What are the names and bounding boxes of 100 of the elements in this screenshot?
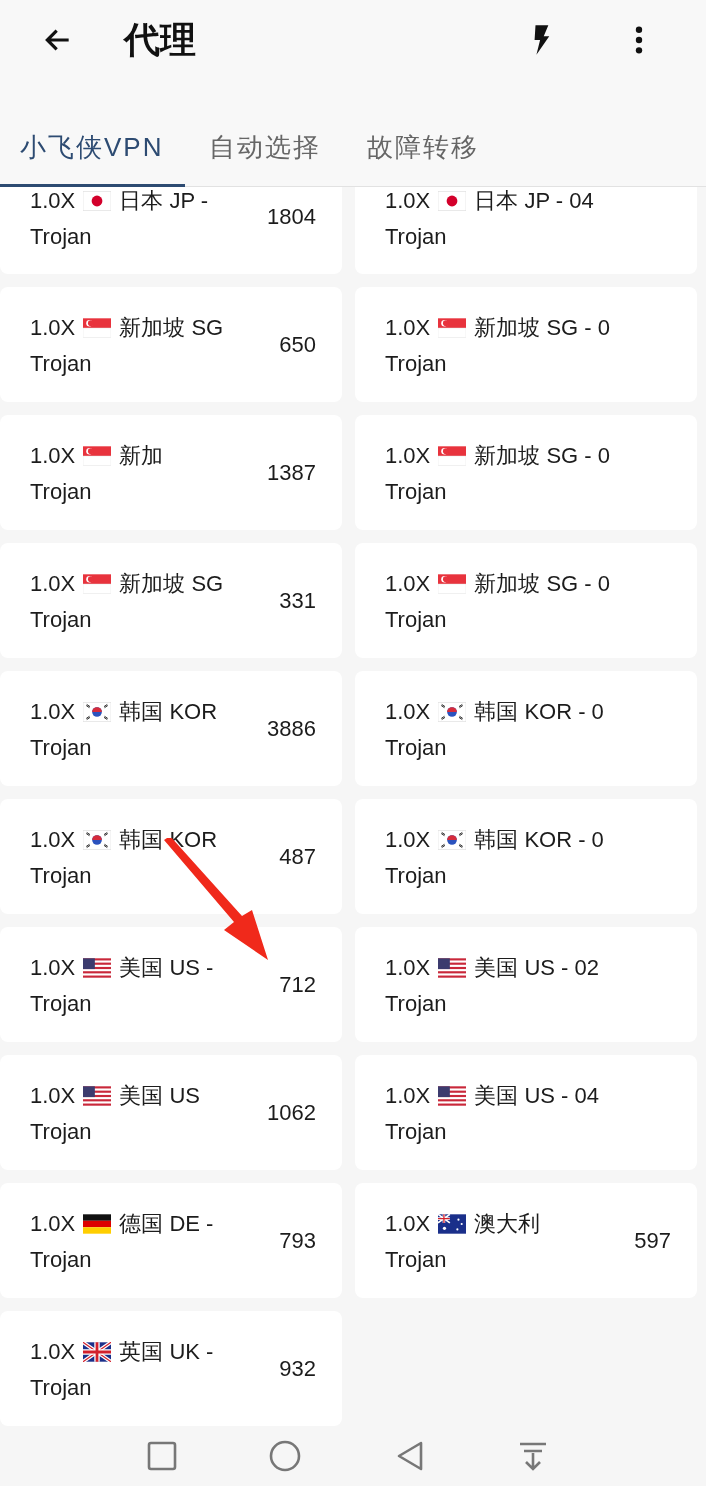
flag-icon: [83, 317, 112, 338]
flag-icon: [438, 445, 467, 466]
flag-icon: [83, 1213, 112, 1234]
proxy-card[interactable]: 1.0X 德国 DE - Trojan 793: [0, 1183, 342, 1298]
protocol-text: Trojan: [385, 1118, 448, 1145]
protocol-text: Trojan: [385, 224, 448, 250]
rate-text: 1.0X: [385, 826, 431, 853]
proxy-card[interactable]: 1.0X 新加坡 SG - 0 Trojan: [355, 543, 697, 658]
node-name: 韩国 KOR: [119, 697, 218, 726]
protocol-text: Trojan: [30, 350, 93, 377]
tab[interactable]: 故障转移: [347, 80, 502, 187]
node-name: 韩国 KOR - 0: [474, 697, 604, 726]
protocol-text: Trojan: [385, 350, 448, 377]
protocol-text: Trojan: [30, 224, 93, 250]
rate-text: 1.0X: [385, 570, 431, 597]
latency-text: 487: [279, 843, 316, 870]
proxy-card[interactable]: 1.0X 韩国 KOR Trojan 3886: [0, 671, 342, 786]
node-name: 英国 UK -: [119, 1337, 214, 1366]
more-icon[interactable]: [634, 25, 644, 55]
proxy-card[interactable]: 1.0X 美国 US - 02 Trojan: [355, 927, 697, 1042]
latency-text: 331: [279, 587, 316, 614]
latency-text: 650: [279, 331, 316, 358]
flag-icon: [438, 957, 467, 978]
latency-text: 3886: [267, 715, 316, 742]
protocol-text: Trojan: [30, 606, 93, 633]
node-name: 日本 JP - 04: [474, 187, 594, 215]
flag-icon: [83, 1341, 112, 1362]
node-name: 韩国 KOR - 0: [474, 825, 604, 854]
proxy-card[interactable]: 1.0X 新加坡 SG Trojan 331: [0, 543, 342, 658]
latency-text: 1387: [267, 459, 316, 486]
node-name: 新加坡 SG - 0: [474, 441, 610, 470]
protocol-text: Trojan: [30, 478, 93, 505]
recents-icon[interactable]: [146, 1440, 178, 1472]
node-name: 美国 US -: [119, 953, 214, 982]
proxy-card[interactable]: 1.0X 英国 UK - Trojan 932: [0, 1311, 342, 1426]
page-title: 代理: [124, 17, 197, 62]
rate-text: 1.0X: [385, 442, 431, 469]
rate-text: 1.0X: [30, 1338, 76, 1365]
protocol-text: Trojan: [30, 1246, 93, 1273]
protocol-text: Trojan: [30, 1374, 93, 1401]
latency-text: 597: [634, 1227, 671, 1254]
rate-text: 1.0X: [385, 188, 431, 214]
tab[interactable]: 自动选择: [189, 80, 344, 187]
flag-icon: [438, 573, 467, 594]
node-name: 美国 US - 04: [474, 1081, 599, 1110]
latency-text: 712: [279, 971, 316, 998]
flag-icon: [83, 573, 112, 594]
flag-icon: [438, 1213, 467, 1234]
node-name: 美国 US: [119, 1081, 200, 1110]
flag-icon: [83, 957, 112, 978]
node-name: 新加坡 SG - 0: [474, 313, 610, 342]
protocol-text: Trojan: [385, 990, 448, 1017]
notification-pull-icon[interactable]: [517, 1440, 549, 1472]
rate-text: 1.0X: [30, 314, 76, 341]
rate-text: 1.0X: [385, 698, 431, 725]
node-name: 新加坡 SG: [119, 313, 224, 342]
flag-icon: [83, 191, 112, 211]
node-name: 美国 US - 02: [474, 953, 599, 982]
flag-icon: [438, 1085, 467, 1106]
protocol-text: Trojan: [30, 990, 93, 1017]
rate-text: 1.0X: [385, 314, 431, 341]
proxy-card[interactable]: 1.0X 新加坡 SG - 0 Trojan: [355, 287, 697, 402]
proxy-card[interactable]: 1.0X 日本 JP - 04 Trojan: [355, 187, 697, 274]
flag-icon: [438, 829, 467, 850]
rate-text: 1.0X: [385, 1082, 431, 1109]
flag-icon: [438, 317, 467, 338]
protocol-text: Trojan: [30, 734, 93, 761]
node-name: 德国 DE -: [119, 1209, 214, 1238]
rate-text: 1.0X: [30, 1082, 76, 1109]
protocol-text: Trojan: [385, 478, 448, 505]
proxy-card[interactable]: 1.0X 澳大利 Trojan 597: [355, 1183, 697, 1298]
flag-icon: [83, 1085, 112, 1106]
latency-text: 1804: [267, 204, 316, 230]
node-name: 新加: [119, 441, 164, 470]
proxy-card[interactable]: 1.0X 韩国 KOR - 0 Trojan: [355, 671, 697, 786]
protocol-text: Trojan: [385, 606, 448, 633]
protocol-text: Trojan: [30, 1118, 93, 1145]
flag-icon: [438, 191, 467, 211]
latency-text: 932: [279, 1355, 316, 1382]
node-name: 新加坡 SG - 0: [474, 569, 610, 598]
home-icon[interactable]: [269, 1440, 301, 1472]
protocol-text: Trojan: [385, 734, 448, 761]
flag-icon: [83, 445, 112, 466]
flag-icon: [438, 701, 467, 722]
rate-text: 1.0X: [30, 570, 76, 597]
proxy-card[interactable]: 1.0X 韩国 KOR - 0 Trojan: [355, 799, 697, 914]
proxy-card[interactable]: 1.0X 日本 JP - Trojan 1804: [0, 187, 342, 274]
rate-text: 1.0X: [385, 954, 431, 981]
proxy-card[interactable]: 1.0X 美国 US Trojan 1062: [0, 1055, 342, 1170]
proxy-card[interactable]: 1.0X 美国 US - 04 Trojan: [355, 1055, 697, 1170]
proxy-card[interactable]: 1.0X 美国 US - Trojan 712: [0, 927, 342, 1042]
proxy-card[interactable]: 1.0X 新加坡 SG Trojan 650: [0, 287, 342, 402]
tab[interactable]: 小飞侠VPN: [0, 80, 186, 187]
proxy-card[interactable]: 1.0X 新加坡 SG - 0 Trojan: [355, 415, 697, 530]
rate-text: 1.0X: [30, 698, 76, 725]
node-name: 日本 JP -: [119, 187, 209, 215]
proxy-card[interactable]: 1.0X 新加 Trojan 1387: [0, 415, 342, 530]
protocol-text: Trojan: [30, 862, 93, 889]
protocol-text: Trojan: [385, 862, 448, 889]
latency-text: 1062: [267, 1099, 316, 1126]
